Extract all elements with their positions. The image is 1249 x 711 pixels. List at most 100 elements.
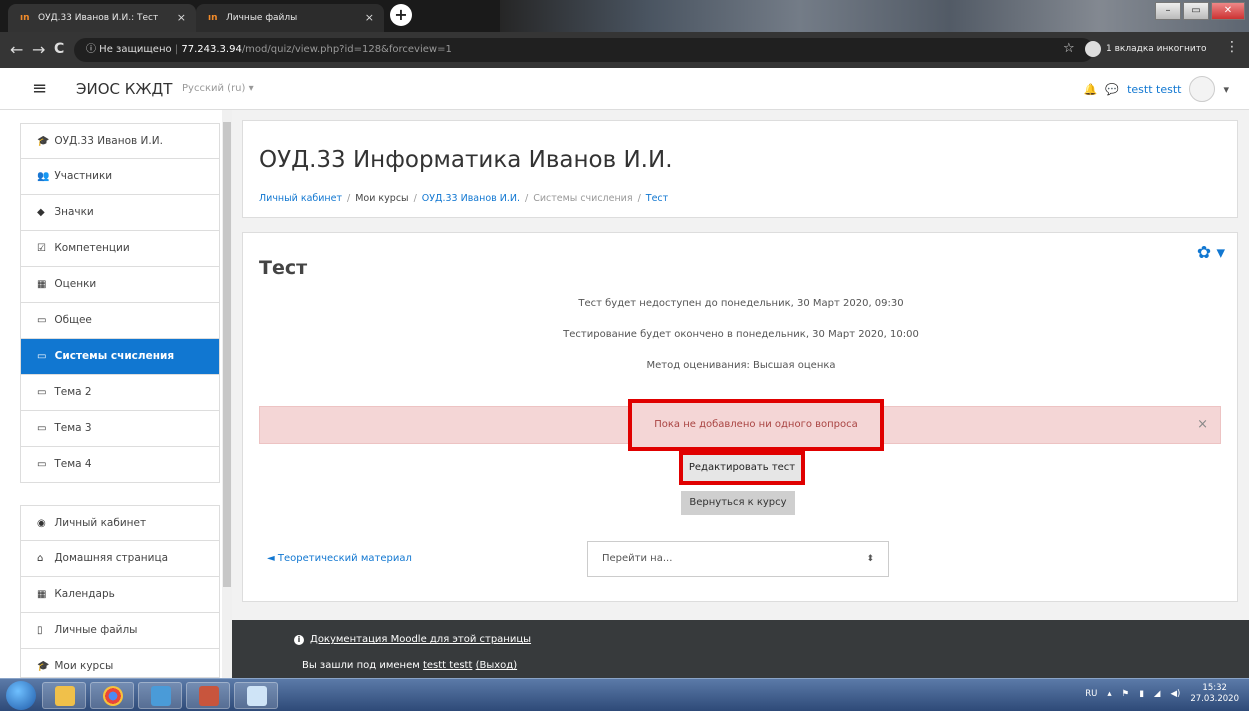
flag-icon[interactable]: ⚑ — [1122, 689, 1130, 699]
login-prefix: Вы зашли под именем — [302, 660, 420, 671]
sidebar-scrollbar[interactable] — [222, 110, 232, 678]
sidebar-item-label: Значки — [54, 206, 94, 218]
sidebar-item-grades[interactable]: ▦ Оценки — [20, 267, 220, 303]
folder-icon: ▭ — [37, 387, 47, 398]
moodle-docs-link[interactable]: i Документация Moodle для этой страницы — [294, 634, 531, 645]
user-menu-caret-icon[interactable]: ▾ — [1223, 83, 1229, 96]
app-taskbar-button[interactable] — [138, 682, 182, 709]
url-bar[interactable]: ⓘ Не защищено | 77.243.3.94/mod/quiz/vie… — [74, 38, 1094, 62]
sidebar-item-competencies[interactable]: ☑ Компетенции — [20, 231, 220, 267]
breadcrumb-course[interactable]: ОУД.33 Иванов И.И. — [422, 193, 520, 204]
browser-tab-strip: ın ОУД.33 Иванов И.И.: Тест × ın Личные … — [0, 0, 1249, 32]
language-indicator[interactable]: RU — [1085, 689, 1097, 699]
sidebar-item-label: Системы счисления — [54, 350, 175, 362]
signal-icon[interactable]: ◢ — [1154, 689, 1161, 699]
clock-date: 27.03.2020 — [1190, 694, 1239, 704]
back-button[interactable]: ← — [10, 40, 23, 59]
chrome-taskbar-button[interactable] — [90, 682, 134, 709]
folder-icon: ▭ — [37, 351, 47, 362]
users-icon: 👥 — [37, 171, 50, 182]
gear-icon[interactable]: ✿ ▾ — [1197, 243, 1225, 263]
sidebar-item-course[interactable]: 🎓 ОУД.33 Иванов И.И. — [20, 123, 220, 159]
jump-to-select[interactable]: Перейти на... ⬍ — [587, 541, 889, 577]
minimize-button[interactable]: – — [1155, 2, 1181, 20]
hamburger-menu-icon[interactable]: ≡ — [32, 78, 47, 99]
breadcrumb-my-courses[interactable]: Мои курсы — [355, 193, 408, 204]
tab-quiz[interactable]: ın ОУД.33 Иванов И.И.: Тест × — [8, 4, 196, 32]
messages-icon[interactable]: 💬 — [1105, 83, 1119, 96]
paint-taskbar-button[interactable] — [186, 682, 230, 709]
breadcrumb-section[interactable]: Системы счисления — [533, 193, 632, 204]
tray-arrow-icon[interactable]: ▴ — [1107, 689, 1111, 699]
network-icon[interactable]: ▮ — [1139, 689, 1144, 699]
scrollbar-thumb[interactable] — [223, 122, 231, 587]
sidebar-item-topic-4[interactable]: ▭ Тема 4 — [20, 447, 220, 483]
security-indicator[interactable]: ⓘ Не защищено — [86, 44, 172, 55]
sidebar-item-calendar[interactable]: ▦ Календарь — [20, 577, 220, 613]
volume-icon[interactable]: ◀) — [1170, 689, 1180, 699]
url-host: 77.243.3.94 — [181, 44, 242, 55]
maximize-button[interactable]: ▭ — [1183, 2, 1209, 20]
prev-activity-link[interactable]: ◄ Теоретический материал — [267, 553, 412, 564]
select-arrows-icon: ⬍ — [866, 554, 874, 564]
sidebar-item-my-courses[interactable]: 🎓 Мои курсы — [20, 649, 220, 678]
tab-files[interactable]: ın Личные файлы × — [196, 4, 384, 32]
sidebar-item-private-files[interactable]: ▯ Личные файлы — [20, 613, 220, 649]
forward-button[interactable]: → — [32, 40, 45, 59]
new-tab-button[interactable]: + — [390, 4, 412, 26]
login-info: Вы зашли под именем testt testt (Выход) — [302, 660, 517, 671]
window-background — [500, 0, 1249, 32]
logout-link[interactable]: (Выход) — [476, 660, 518, 671]
notifications-bell-icon[interactable]: 🔔 — [1084, 83, 1098, 96]
sidebar-item-label: ОУД.33 Иванов И.И. — [54, 135, 163, 147]
close-icon[interactable]: × — [1197, 417, 1208, 432]
sidebar-item-label: Общее — [54, 314, 92, 326]
sidebar-item-label: Компетенции — [54, 242, 130, 254]
window-controls: – ▭ ✕ — [1155, 2, 1245, 20]
alert-message: Пока не добавлено ни одного вопроса — [628, 399, 884, 451]
home-icon: ⌂ — [37, 553, 44, 564]
nav-drawer: 🎓 ОУД.33 Иванов И.И. 👥 Участники ◆ Значк… — [20, 123, 220, 678]
avatar[interactable] — [1189, 76, 1216, 102]
quiz-open-info: Тест будет недоступен до понедельник, 30… — [578, 298, 904, 309]
tab-close-icon[interactable]: × — [177, 4, 186, 32]
sidebar-item-label: Календарь — [54, 588, 115, 600]
sidebar-item-participants[interactable]: 👥 Участники — [20, 159, 220, 195]
moodle-favicon-icon: ın — [208, 13, 218, 23]
user-menu[interactable]: 🔔 💬 testt testt ▾ — [1084, 76, 1229, 102]
sidebar-item-home[interactable]: ⌂ Домашняя страница — [20, 541, 220, 577]
file-icon: ▯ — [37, 625, 43, 636]
start-button[interactable] — [6, 681, 36, 710]
user-name[interactable]: testt testt — [1127, 83, 1181, 96]
info-icon: i — [294, 635, 304, 645]
sidebar-item-topic-2[interactable]: ▭ Тема 2 — [20, 375, 220, 411]
bookmark-star-icon[interactable]: ☆ — [1063, 41, 1075, 56]
close-window-button[interactable]: ✕ — [1211, 2, 1245, 20]
clock-time: 15:32 — [1202, 683, 1227, 693]
back-to-course-button[interactable]: Вернуться к курсу — [681, 491, 795, 515]
system-clock[interactable]: 15:32 27.03.2020 — [1190, 683, 1239, 705]
table-icon: ▦ — [37, 279, 47, 290]
grading-method: Метод оценивания: Высшая оценка — [646, 360, 836, 371]
site-brand[interactable]: ЭИОС КЖДТ — [76, 80, 172, 98]
breadcrumb-quiz[interactable]: Тест — [646, 193, 668, 204]
window-taskbar-button[interactable] — [234, 682, 278, 709]
reload-button[interactable]: C — [54, 41, 64, 57]
login-user-link[interactable]: testt testt — [423, 660, 472, 671]
edit-quiz-button[interactable]: Редактировать тест — [679, 451, 805, 485]
browser-menu-icon[interactable]: ⋮ — [1225, 39, 1239, 55]
shield-icon: ◆ — [37, 207, 45, 218]
sidebar-item-general[interactable]: ▭ Общее — [20, 303, 220, 339]
sidebar-item-dashboard[interactable]: ◉ Личный кабинет — [20, 505, 220, 541]
sidebar-item-number-systems[interactable]: ▭ Системы счисления — [20, 339, 220, 375]
tab-close-icon[interactable]: × — [365, 4, 374, 32]
sidebar-item-label: Тема 2 — [54, 386, 92, 398]
sidebar-item-label: Оценки — [54, 278, 97, 290]
page-footer: i Документация Moodle для этой страницы В… — [232, 620, 1249, 678]
breadcrumb-dashboard[interactable]: Личный кабинет — [259, 193, 342, 204]
language-selector[interactable]: Русский (ru) ▾ — [182, 83, 254, 94]
explorer-taskbar-button[interactable] — [42, 682, 86, 709]
sidebar-item-badges[interactable]: ◆ Значки — [20, 195, 220, 231]
sidebar-item-topic-3[interactable]: ▭ Тема 3 — [20, 411, 220, 447]
incognito-indicator[interactable]: 1 вкладка инкогнито — [1085, 40, 1207, 58]
